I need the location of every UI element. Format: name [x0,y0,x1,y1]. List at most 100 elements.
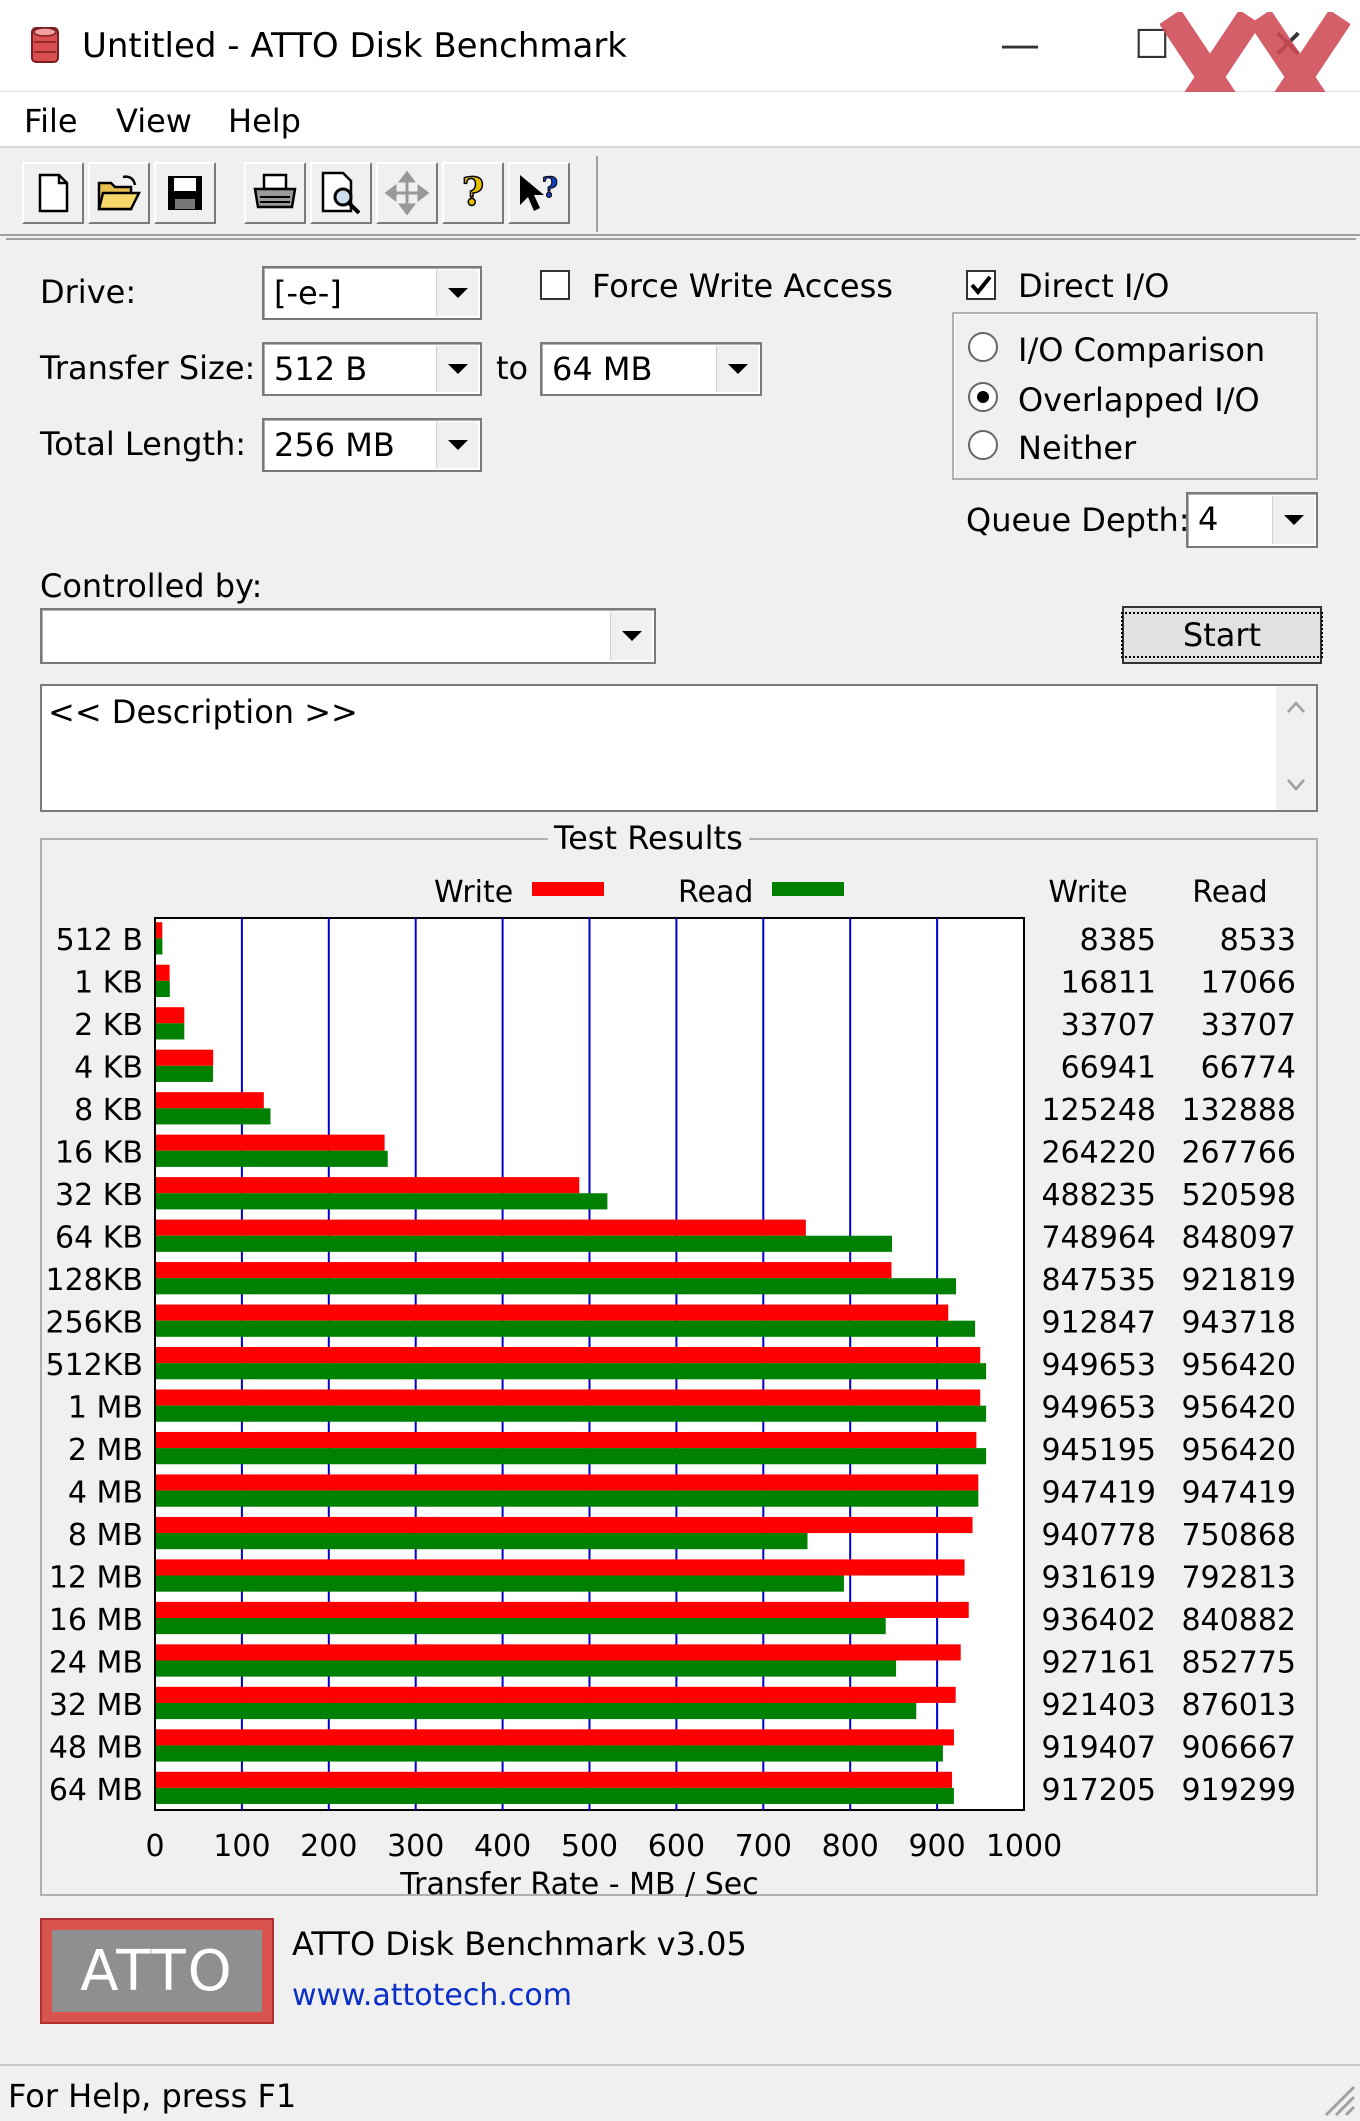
write-value-label: 947419 [1041,1475,1156,1510]
read-bar [156,1363,987,1380]
write-value-label: 748964 [1041,1221,1156,1256]
read-value-label: 906667 [1181,1730,1296,1765]
x-tick-label: 500 [561,1829,618,1864]
x-axis-label: Transfer Rate - MB / Sec [399,1867,759,1900]
read-bar [156,1150,388,1167]
write-value-label: 936402 [1041,1603,1156,1638]
read-bar [156,1702,917,1720]
write-bar [156,1049,214,1066]
write-bar [156,1771,953,1788]
write-value-label: 847535 [1041,1263,1156,1298]
category-label: 64 MB [49,1773,143,1808]
write-bar [156,1347,981,1364]
read-bar [156,1618,886,1635]
x-tick-label: 600 [648,1829,705,1864]
read-bar [156,1023,185,1040]
read-value-label: 876013 [1181,1688,1296,1723]
read-value-label: 520598 [1181,1178,1296,1213]
x-tick-label: 700 [735,1829,792,1864]
read-value-label: 947419 [1181,1475,1296,1510]
write-value-label: 125248 [1041,1093,1156,1128]
write-value-label: 16811 [1061,966,1156,1001]
write-value-label: 264220 [1041,1136,1156,1171]
legend-write-swatch [532,882,604,896]
product-url-link[interactable]: www.attotech.com [292,1976,572,2016]
category-label: 48 MB [49,1730,143,1765]
write-bar [156,1219,806,1236]
read-bar [156,1660,897,1677]
write-value-label: 912847 [1041,1306,1156,1341]
write-bar [156,1644,961,1661]
category-label: 64 KB [55,1221,143,1256]
x-tick-label: 0 [145,1829,164,1864]
x-tick-label: 900 [908,1829,965,1864]
read-bar [156,1278,957,1295]
write-bar [156,1431,977,1449]
write-bar [156,922,163,939]
read-value-label: 750868 [1181,1518,1296,1553]
write-bar [156,1559,965,1576]
read-value-label: 17066 [1201,966,1296,1001]
write-value-label: 949653 [1041,1390,1156,1425]
write-value-label: 921403 [1041,1688,1156,1723]
write-bar [156,1686,956,1703]
read-bar [156,1108,271,1125]
write-bar [156,1601,969,1619]
write-value-label: 66941 [1061,1051,1156,1086]
read-bar [156,1320,976,1337]
read-bar [156,1787,954,1805]
write-value-label: 945195 [1041,1433,1156,1468]
legend-read-swatch [772,882,844,896]
write-bar [156,1134,385,1151]
read-value-label: 66774 [1201,1051,1296,1086]
write-bar [156,1092,264,1109]
write-bar [156,1304,949,1321]
read-bar [156,1575,844,1592]
read-value-label: 792813 [1181,1560,1296,1595]
category-label: 2 MB [68,1433,143,1468]
read-bar [156,1193,608,1210]
write-bar [156,1177,580,1194]
read-value-label: 132888 [1181,1093,1296,1128]
category-label: 1 KB [74,966,143,1001]
x-tick-label: 100 [213,1829,270,1864]
category-label: 16 MB [49,1603,143,1638]
category-label: 24 MB [49,1645,143,1680]
read-bar [156,1405,987,1422]
x-tick-label: 300 [387,1829,444,1864]
category-label: 256KB [45,1306,143,1341]
status-text: For Help, press F1 [8,2077,297,2115]
write-bar [156,1262,892,1279]
write-value-label: 33707 [1061,1008,1156,1043]
product-name: ATTO Disk Benchmark v3.05 [292,1925,747,1963]
category-label: 1 MB [68,1390,143,1425]
write-bar [156,1389,981,1406]
category-label: 32 MB [49,1688,143,1723]
read-bar [156,1533,808,1550]
category-label: 4 KB [74,1051,143,1086]
read-value-label: 956420 [1181,1348,1296,1383]
category-label: 512 B [56,923,143,958]
read-value-label: 921819 [1181,1263,1296,1298]
read-value-label: 956420 [1181,1433,1296,1468]
read-value-label: 956420 [1181,1390,1296,1425]
category-label: 12 MB [49,1560,143,1595]
resize-grip-icon[interactable] [1316,2077,1356,2117]
read-value-label: 8533 [1220,923,1296,958]
write-value-label: 931619 [1041,1560,1156,1595]
write-bar [156,1516,973,1534]
category-label: 4 MB [68,1475,143,1510]
atto-logo: ATTO [40,1918,274,2024]
read-value-label: 33707 [1201,1008,1296,1043]
transfer-rate-chart: 0 100 200 300 400 500 600 700 800 900 1000 Transfer… [45,875,1296,1900]
x-tick-label: 1000 [986,1829,1062,1864]
read-value-label: 840882 [1181,1603,1296,1638]
read-bar [156,938,163,955]
write-bar [156,1007,185,1024]
write-bar [156,1729,954,1746]
read-bar [156,1490,979,1507]
write-bar [156,1474,979,1491]
write-value-label: 949653 [1041,1348,1156,1383]
write-value-label: 940778 [1041,1518,1156,1553]
write-value-label: 919407 [1041,1730,1156,1765]
